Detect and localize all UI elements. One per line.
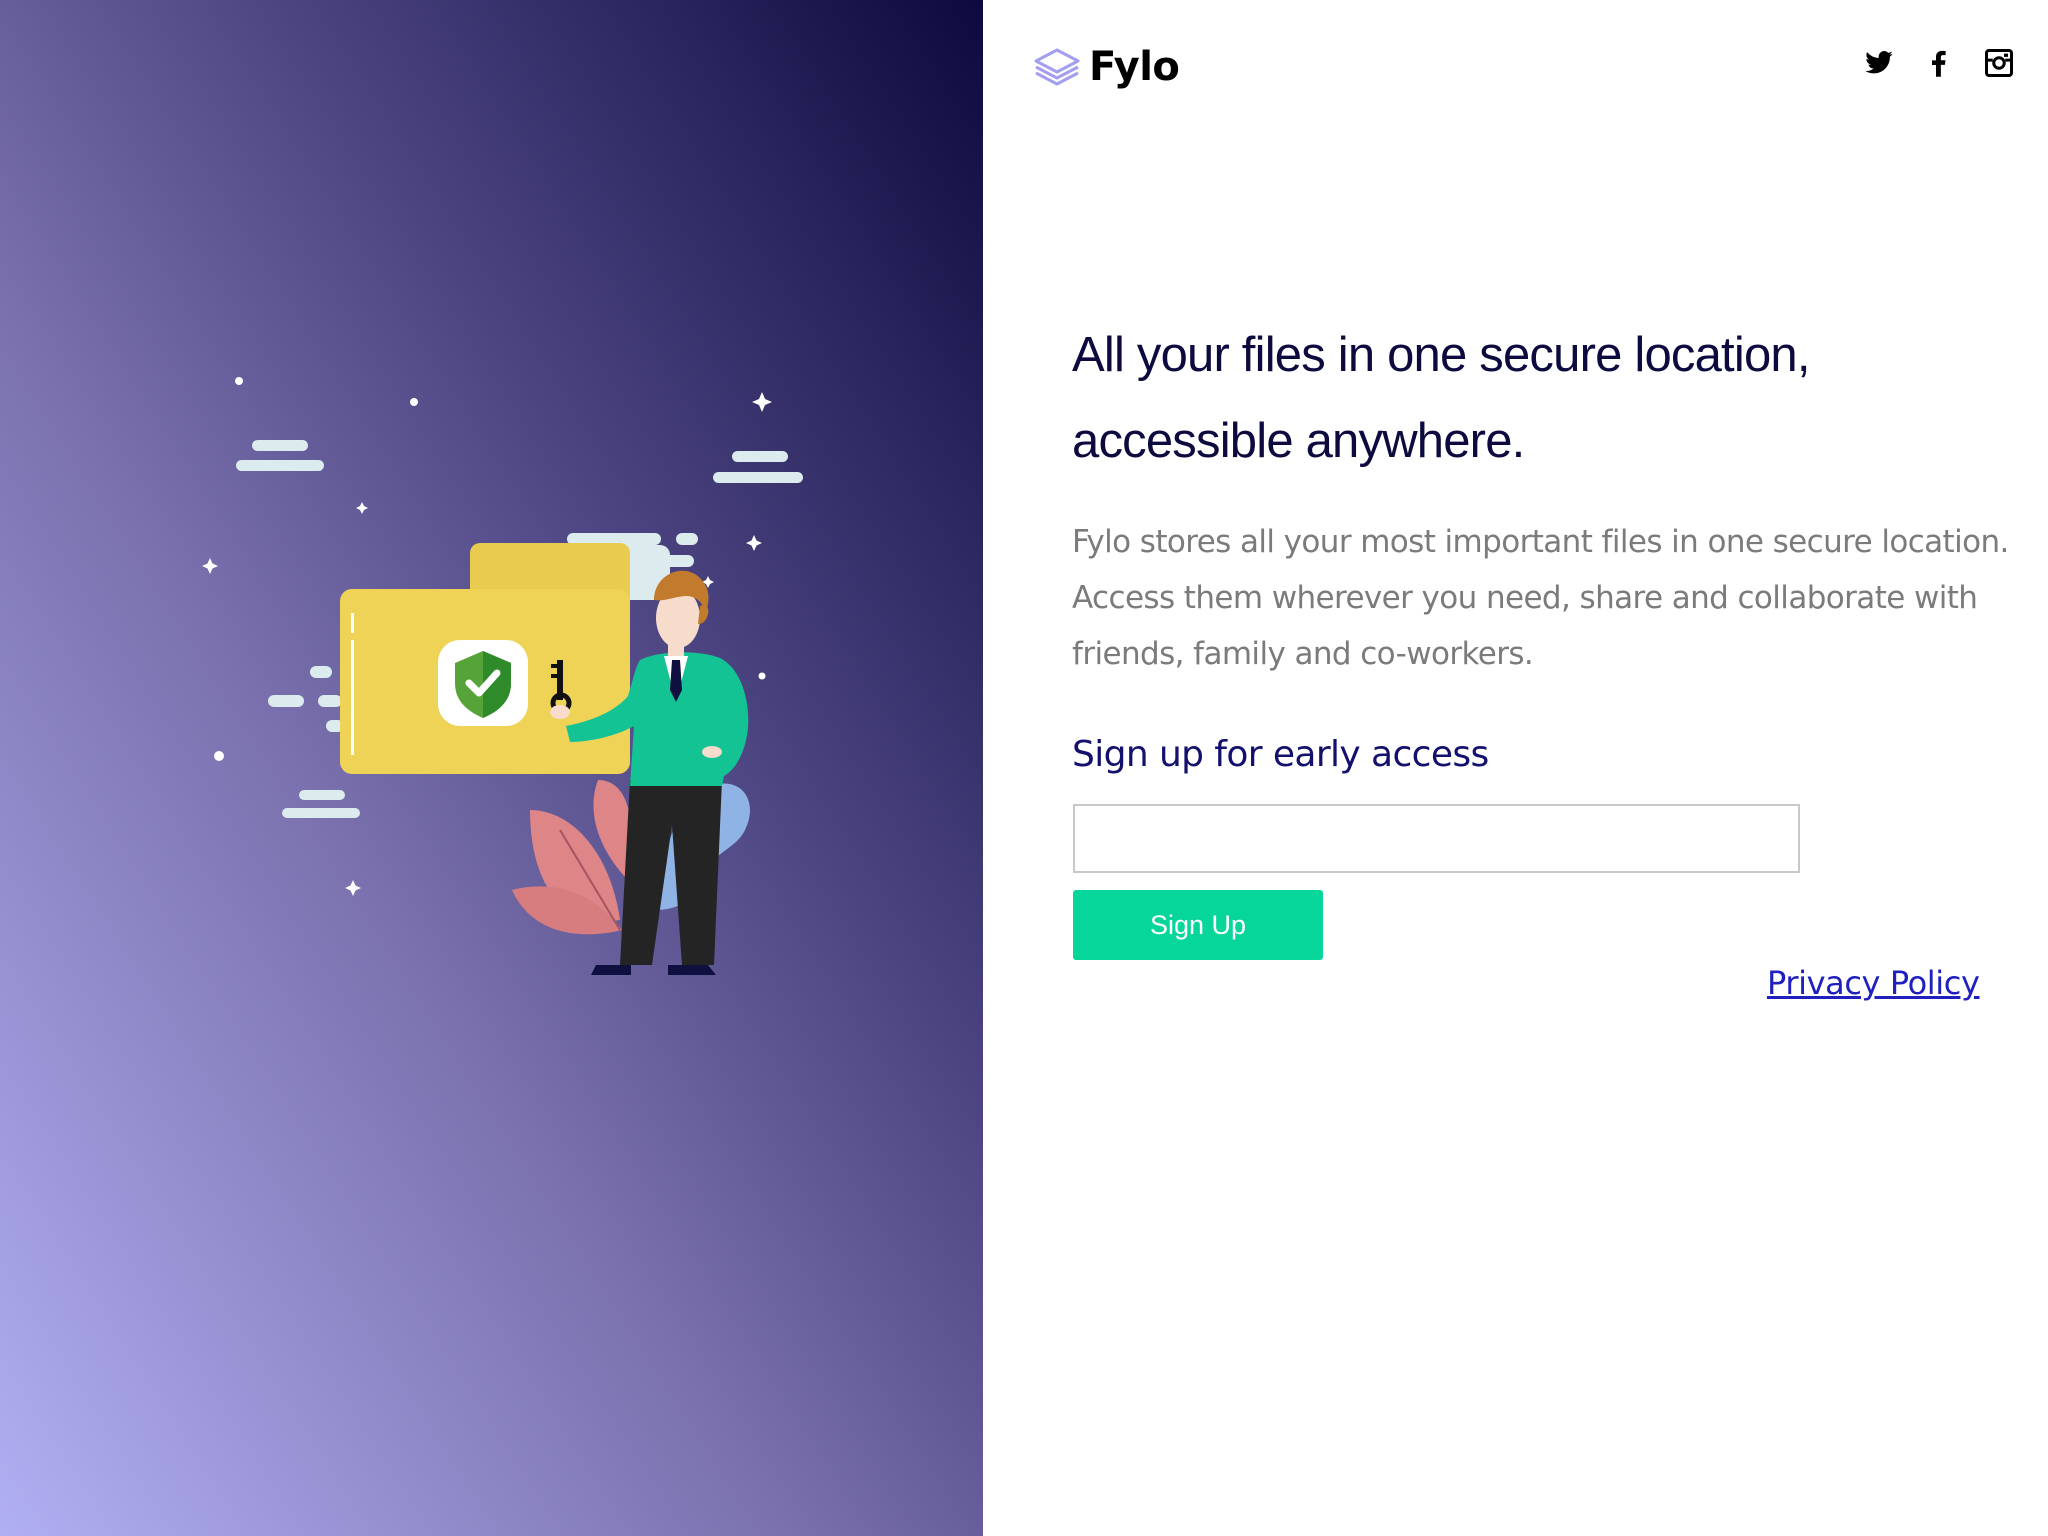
signup-heading: Sign up for early access xyxy=(1072,734,1489,775)
brand-logo[interactable]: Fylo xyxy=(1033,42,1180,92)
sign-up-button[interactable]: Sign Up xyxy=(1073,890,1323,960)
social-links xyxy=(1864,48,2014,78)
twitter-link[interactable] xyxy=(1864,48,1894,78)
instagram-link[interactable] xyxy=(1984,48,2014,78)
email-field[interactable] xyxy=(1073,804,1800,873)
facebook-icon xyxy=(1932,50,1946,77)
privacy-policy-link[interactable]: Privacy Policy xyxy=(1767,964,1980,1002)
hero-headline: All your files in one secure location, a… xyxy=(1072,328,1810,468)
brand-name: Fylo xyxy=(1089,44,1180,90)
hero-description: Fylo stores all your most important file… xyxy=(1072,524,2009,672)
hero-illustration xyxy=(202,377,803,975)
twitter-icon xyxy=(1865,51,1893,74)
landing-page: Fylo All your files in one secure locati… xyxy=(0,0,2048,1536)
layers-icon xyxy=(1034,48,1080,86)
facebook-link[interactable] xyxy=(1924,48,1954,78)
content-panel: Fylo All your files in one secure locati… xyxy=(983,0,2048,1536)
hero-panel xyxy=(0,0,983,1536)
instagram-icon xyxy=(1985,49,2013,77)
